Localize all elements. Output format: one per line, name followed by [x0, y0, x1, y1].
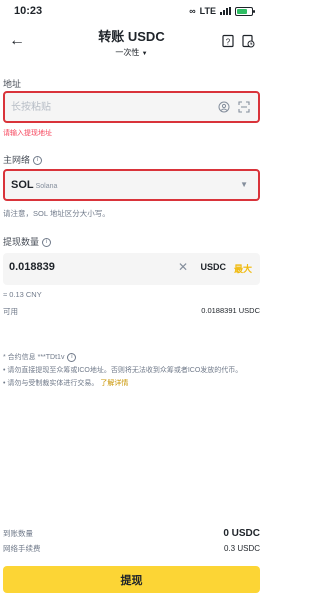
notes: * 合约信息 ***TDt1v i • 请勿直接提现至众筹或ICO地址。否则将无法…: [3, 352, 260, 391]
fee-label: 网络手续费: [3, 544, 41, 553]
amount-field[interactable]: 0.018839 ✕ USDC 最大: [3, 253, 260, 285]
withdraw-type-selector[interactable]: 一次性 ▼: [0, 47, 263, 58]
available-label: 可用: [3, 307, 18, 316]
caret-down-icon: ▼: [141, 51, 148, 57]
network-label-row: 主网络 i: [3, 153, 43, 166]
info-icon[interactable]: i: [67, 352, 77, 362]
status-bar: 10:23 ∞ LTE: [0, 0, 263, 22]
link-icon: ∞: [189, 6, 196, 16]
address-book-icon[interactable]: [218, 101, 230, 113]
amount-label-row: 提现数量 i: [3, 235, 52, 248]
network-select[interactable]: SOL Solana ▼: [3, 169, 260, 201]
clear-icon[interactable]: ✕: [178, 260, 188, 274]
received-row: 到账数量 0 USDC: [3, 528, 260, 539]
status-indicators: ∞ LTE: [189, 6, 255, 16]
amount-unit: USDC: [200, 262, 226, 272]
address-input[interactable]: [11, 93, 211, 121]
fee-value: 0.3 USDC: [223, 544, 260, 553]
svg-text:?: ?: [226, 38, 231, 47]
address-label: 地址: [3, 79, 22, 89]
note-ico-warning: • 请勿直接提现至众筹或ICO地址。否则将无法收到众筹或者ICO发放的代币。: [3, 367, 243, 374]
network-hint: 请注意，SOL 地址区分大小写。: [3, 209, 110, 218]
fee-row: 网络手续费 0.3 USDC: [3, 543, 260, 554]
guide-icon[interactable]: ?: [221, 34, 235, 48]
network-code: SOL: [11, 179, 34, 191]
network-label: 主网络: [3, 155, 31, 165]
address-error: 请输入提现地址: [3, 130, 52, 137]
amount-input[interactable]: 0.018839: [9, 261, 55, 273]
contract-info: * 合约信息 ***TDt1v i: [3, 352, 260, 363]
received-label: 到账数量: [3, 529, 33, 538]
address-field[interactable]: [3, 91, 260, 123]
network-name: Solana: [35, 183, 58, 190]
available-value: 0.0188391 USDC: [201, 306, 260, 315]
info-icon[interactable]: i: [33, 156, 43, 166]
network-type: LTE: [199, 6, 216, 16]
status-time: 10:23: [14, 5, 43, 17]
header: ← 转账 USDC 一次性 ▼ ?: [0, 22, 263, 62]
received-value: 0 USDC: [223, 528, 260, 539]
max-button[interactable]: 最大: [234, 262, 252, 275]
signal-icon: [220, 7, 231, 15]
amount-label: 提现数量: [3, 237, 40, 247]
battery-icon: [235, 6, 255, 16]
scan-icon[interactable]: [238, 101, 250, 113]
learn-more-link[interactable]: 了解详情: [100, 380, 128, 387]
withdraw-type-label: 一次性: [115, 48, 140, 57]
info-icon[interactable]: i: [42, 238, 52, 248]
withdraw-button[interactable]: 提现: [3, 566, 260, 593]
fiat-estimate: ≈ 0.13 CNY: [3, 290, 42, 299]
history-icon[interactable]: [241, 34, 255, 48]
caret-down-icon: ▼: [240, 180, 248, 189]
available-row: 可用 0.0188391 USDC: [3, 306, 260, 317]
summary: 到账数量 0 USDC 网络手续费 0.3 USDC: [3, 528, 260, 554]
note-sanctions: • 请勿与受制裁实体进行交易。 了解详情: [3, 380, 129, 387]
